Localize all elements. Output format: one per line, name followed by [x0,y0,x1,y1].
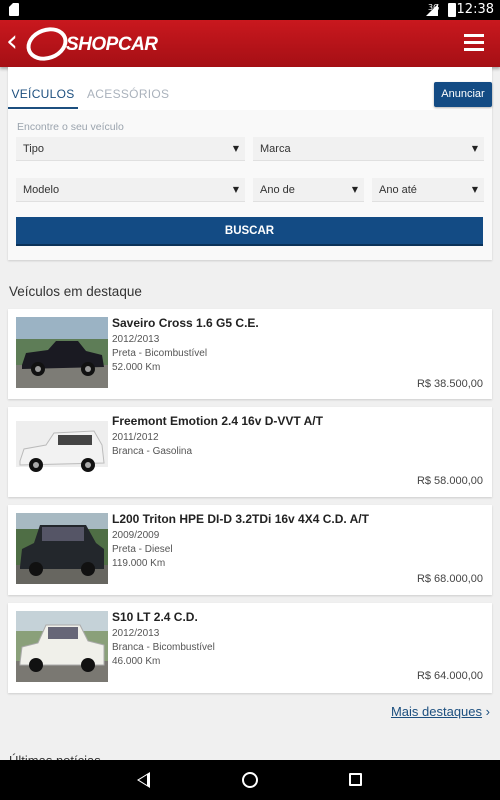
tipo-select[interactable]: Tipo ▼ [16,137,245,161]
car-price: R$ 68.000,00 [416,573,483,585]
marca-label: Marca [260,143,291,155]
logo-ring [21,21,73,67]
car-year: 2009/2009 [112,530,160,541]
ano-de-select[interactable]: Ano de ▼ [253,178,364,202]
mais-destaques-label: Mais destaques [390,704,483,719]
car-year: 2012/2013 [112,628,160,639]
car-photo [16,415,108,486]
back-chevron-icon[interactable]: ‹ [6,25,18,59]
mais-destaques-link[interactable]: Mais destaques › [391,704,490,719]
ano-ate-select[interactable]: Ano até ▼ [372,178,484,202]
chevron-down-icon: ▼ [232,185,239,194]
car-year: 2011/2012 [112,432,159,443]
logo-text: SHOPCAR [66,34,158,55]
car-price: R$ 38.500,00 [416,378,483,390]
car-price: R$ 58.000,00 [416,475,483,487]
car-title: Saveiro Cross 1.6 G5 C.E. [112,316,259,330]
search-card: VEÍCULOS ACESSÓRIOS Anunciar Encontre o … [8,67,492,260]
navigation-bar [0,760,500,800]
featured-car-item[interactable]: Saveiro Cross 1.6 G5 C.E. 2012/2013 Pret… [8,309,492,399]
tab-veiculos[interactable]: VEÍCULOS [8,87,78,109]
hamburger-menu-icon[interactable] [464,34,484,52]
recent-apps-icon[interactable] [349,773,362,786]
sd-card-icon [9,3,19,16]
chevron-down-icon: ▼ [471,185,478,194]
back-triangle-icon[interactable] [137,772,150,788]
status-bar: 3G 12:38 [0,0,500,20]
featured-car-item[interactable]: S10 LT 2.4 C.D. 2012/2013 Branca - Bicom… [8,603,492,693]
modelo-select[interactable]: Modelo ▼ [16,178,245,202]
car-photo [16,611,108,682]
car-details: Branca - Bicombustível [112,642,215,653]
car-title: L200 Triton HPE DI-D 3.2TDi 16v 4X4 C.D.… [112,512,369,526]
chevron-down-icon: ▼ [351,185,358,194]
shopcar-logo[interactable]: SHOPCAR [21,21,158,67]
tab-acessorios[interactable]: ACESSÓRIOS [87,87,169,101]
featured-title: Veículos em destaque [9,284,142,299]
car-title: S10 LT 2.4 C.D. [112,610,198,624]
search-hint: Encontre o seu veículo [17,121,124,133]
car-km: 119.000 Km [112,558,166,569]
chevron-right-icon: › [485,704,490,719]
car-photo [16,513,108,584]
ano-ate-label: Ano até [379,184,417,196]
buscar-button[interactable]: BUSCAR [16,217,483,246]
tipo-label: Tipo [23,143,44,155]
car-photo [16,317,108,388]
ano-de-label: Ano de [260,184,295,196]
car-price: R$ 64.000,00 [416,670,483,682]
car-details: Branca - Gasolina [112,446,193,457]
battery-icon [448,3,456,17]
clock: 12:38 [456,2,494,17]
modelo-label: Modelo [23,184,60,196]
network-type: 3G [428,3,440,12]
home-circle-icon[interactable] [242,772,258,788]
car-title: Freemont Emotion 2.4 16v D-VVT A/T [112,414,323,428]
chevron-down-icon: ▼ [232,144,239,153]
car-details: Preta - Diesel [112,544,173,555]
car-km: 52.000 Km [112,362,161,373]
anunciar-button[interactable]: Anunciar [434,82,492,107]
featured-car-item[interactable]: Freemont Emotion 2.4 16v D-VVT A/T 2011/… [8,407,492,497]
chevron-down-icon: ▼ [471,144,478,153]
car-year: 2012/2013 [112,334,160,345]
featured-car-item[interactable]: L200 Triton HPE DI-D 3.2TDi 16v 4X4 C.D.… [8,505,492,595]
car-km: 46.000 Km [112,656,161,667]
app-bar: ‹ SHOPCAR [0,20,500,67]
car-details: Preta - Bicombustível [112,348,208,359]
marca-select[interactable]: Marca ▼ [253,137,484,161]
